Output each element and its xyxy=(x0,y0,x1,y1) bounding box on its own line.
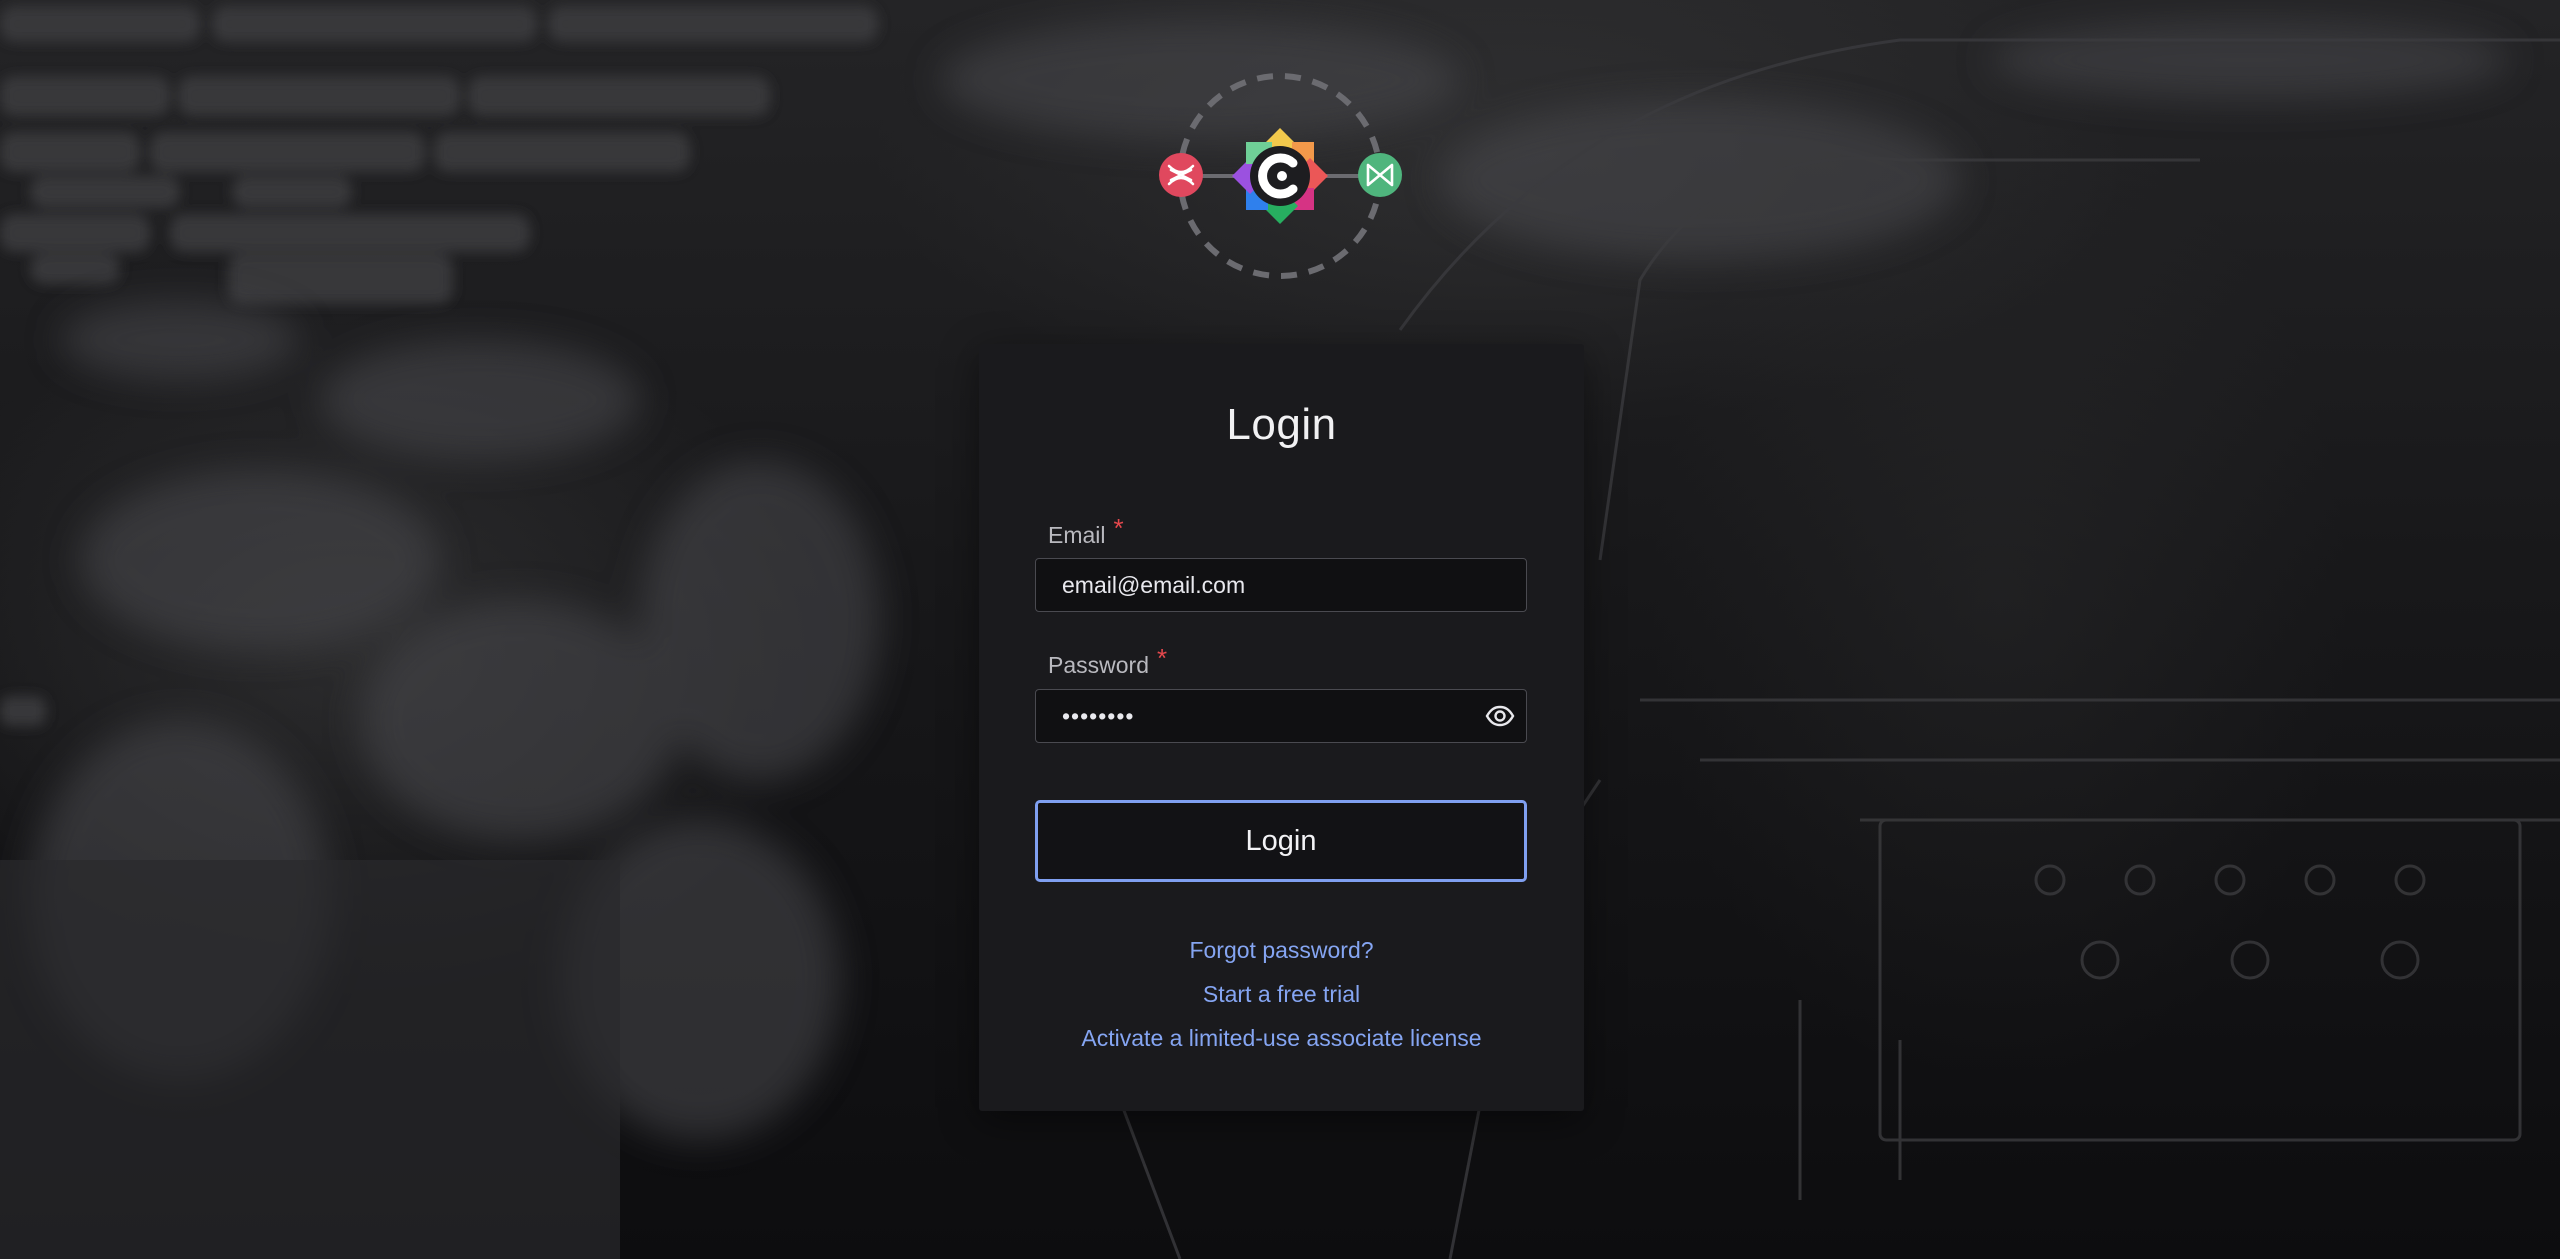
password-required-mark: * xyxy=(1156,643,1168,673)
password-label: Password * xyxy=(1048,643,1167,680)
eye-icon[interactable] xyxy=(1484,701,1516,731)
email-label: Email * xyxy=(1048,513,1124,550)
page-background: Login Email * Password * Login Forgot pass… xyxy=(0,0,2560,1259)
rainbow-c-logo-icon xyxy=(1232,128,1328,224)
red-crossed-lines-icon xyxy=(1159,153,1203,197)
email-label-text: Email xyxy=(1048,522,1106,548)
associate-license-link[interactable]: Activate a limited-use associate license xyxy=(979,1025,1584,1052)
password-label-text: Password xyxy=(1048,652,1149,678)
login-card: Login Email * Password * Login Forgot pass… xyxy=(979,344,1584,1111)
login-title: Login xyxy=(1226,400,1337,449)
app-logo xyxy=(1159,73,1402,279)
green-bowtie-icon xyxy=(1358,153,1402,197)
login-button[interactable]: Login xyxy=(1035,800,1527,882)
free-trial-link[interactable]: Start a free trial xyxy=(979,981,1584,1008)
forgot-password-link[interactable]: Forgot password? xyxy=(979,937,1584,964)
email-field-wrapper xyxy=(1035,558,1527,612)
password-field-wrapper xyxy=(1035,689,1527,743)
email-field[interactable] xyxy=(1036,559,1526,611)
password-field[interactable] xyxy=(1036,690,1526,742)
email-required-mark: * xyxy=(1113,513,1124,543)
